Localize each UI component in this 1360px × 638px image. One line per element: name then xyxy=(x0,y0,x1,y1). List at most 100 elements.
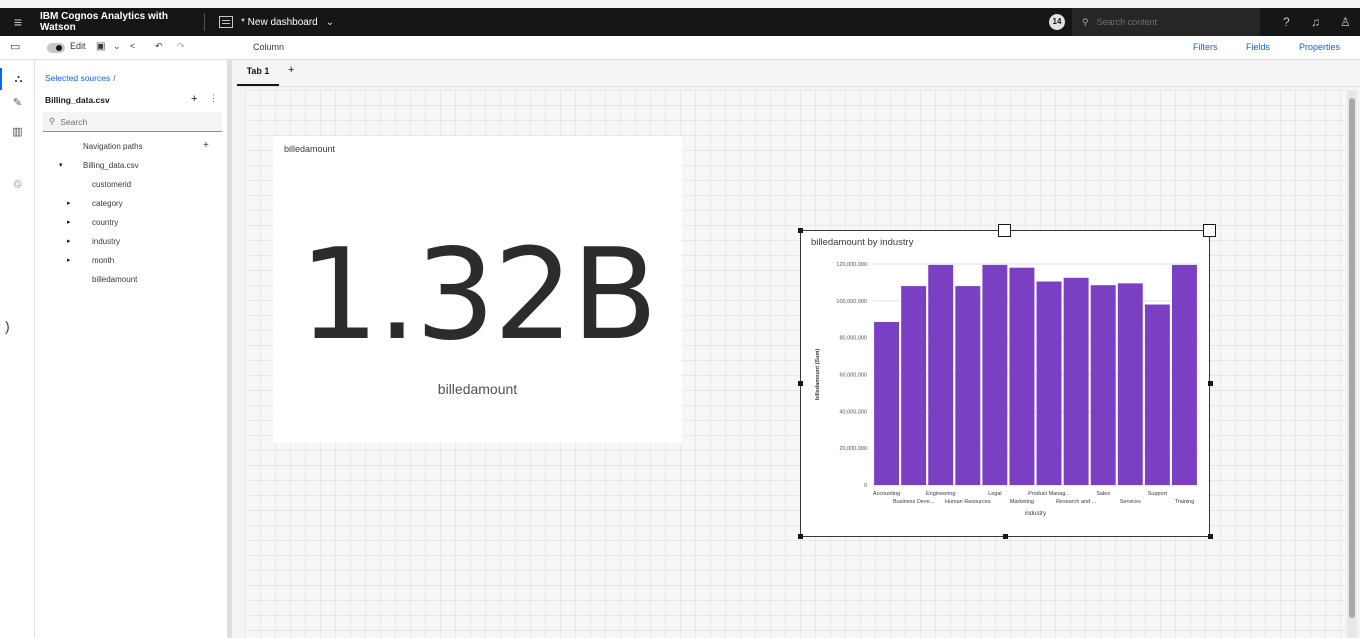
resize-handle-bottom[interactable] xyxy=(1003,534,1008,539)
vertical-scrollbar[interactable] xyxy=(1347,90,1357,638)
comment-icon[interactable]: ▭ xyxy=(10,40,20,53)
notification-badge[interactable]: 14 xyxy=(1049,14,1065,30)
x-tick-label: Accounting xyxy=(873,491,900,497)
pin-icon[interactable]: ✎ xyxy=(0,96,35,109)
hamburger-menu-icon[interactable]: ≡ xyxy=(0,14,36,30)
resize-handle-right[interactable] xyxy=(1208,381,1213,386)
edit-toggle[interactable] xyxy=(47,43,65,53)
chart-svg: 0 20,000,000 40,000,000 60,000,000 80,000,00… xyxy=(815,262,1198,517)
properties-link[interactable]: Properties xyxy=(1299,42,1340,52)
scrollbar-thumb[interactable] xyxy=(1349,98,1355,618)
add-tab-button[interactable]: + xyxy=(288,64,294,76)
resize-handle-left[interactable] xyxy=(798,381,803,386)
tree-item[interactable]: ▸ country xyxy=(35,218,227,232)
data-sources-icon[interactable]: ⛬ xyxy=(0,68,35,90)
tree-item-label: customerid xyxy=(92,180,132,189)
dashboard-title[interactable]: * New dashboard xyxy=(241,17,318,28)
resize-handle-bottom-right[interactable] xyxy=(1208,534,1213,539)
bar xyxy=(1009,267,1035,485)
add-navigation-path-icon[interactable]: + xyxy=(203,140,209,151)
edit-label[interactable]: Edit xyxy=(70,41,86,51)
x-tick-label: Sales xyxy=(1096,491,1110,497)
undo-icon[interactable]: ↶ xyxy=(155,41,163,52)
y-tick-label: 0 xyxy=(864,483,867,489)
assistant-icon[interactable]: ♲ xyxy=(0,178,35,191)
widget-type-label: Column xyxy=(253,42,285,52)
add-source-icon[interactable]: + xyxy=(191,93,197,105)
tree-item-label: billedamount xyxy=(92,275,138,284)
caret-right-icon[interactable]: ▸ xyxy=(67,199,71,207)
tree-item[interactable]: ▸ category xyxy=(35,199,227,213)
resize-handle-top[interactable] xyxy=(998,224,1011,237)
dashboard-canvas: Tab 1 + billedamount 1.32B billedamount … xyxy=(237,60,1360,638)
source-name: Billing_data.csv xyxy=(45,95,110,105)
tree-item[interactable]: billedamount xyxy=(35,275,227,289)
search-placeholder: Search content xyxy=(1096,17,1158,27)
tab-bar: Tab 1 + xyxy=(237,60,1360,87)
breadcrumb-selected-sources[interactable]: Selected sources xyxy=(45,73,110,83)
bar xyxy=(955,286,981,485)
tab-1[interactable]: Tab 1 xyxy=(237,60,279,86)
visualizations-icon[interactable]: ▥ xyxy=(0,125,35,138)
x-axis-label: industry xyxy=(1025,511,1046,517)
breadcrumb: Selected sources / xyxy=(45,73,116,83)
resize-handle-top-left[interactable] xyxy=(798,228,803,233)
panel-search-input[interactable]: ⚲ Search xyxy=(43,112,222,132)
collapse-panel-icon[interactable]: ) xyxy=(5,318,10,334)
fields-link[interactable]: Fields xyxy=(1246,42,1270,52)
left-rail: ⛬ ✎ ▥ ♲ xyxy=(0,60,35,638)
search-icon: ⚲ xyxy=(1082,16,1089,27)
caret-right-icon[interactable]: ▸ xyxy=(67,256,71,264)
x-tick-label: Human Resources xyxy=(945,499,991,505)
x-tick-label: Training xyxy=(1175,499,1195,505)
bar xyxy=(1117,283,1143,485)
y-tick-label: 80,000,000 xyxy=(839,336,867,342)
kpi-title: billedamount xyxy=(284,144,336,154)
bar xyxy=(1090,285,1116,485)
tree-item[interactable]: customerid xyxy=(35,180,227,194)
x-tick-label: Research and ... xyxy=(1056,499,1097,505)
redo-icon[interactable]: ↷ xyxy=(177,41,185,52)
notification-bell-icon[interactable]: ♫ xyxy=(1311,15,1320,29)
y-axis-label: billedamount (Sum) xyxy=(815,349,821,401)
search-content-field[interactable]: ⚲ Search content xyxy=(1072,8,1260,36)
tree-item-label: country xyxy=(92,218,119,227)
column-chart-widget[interactable]: billedamount by industry 0 20,000,000 40,0… xyxy=(800,230,1210,537)
divider xyxy=(204,13,205,31)
tree-item-label: Billing_data.csv xyxy=(83,161,139,170)
x-tick-label: Legal xyxy=(988,491,1001,497)
chevron-down-icon[interactable]: ⌄ xyxy=(326,17,334,28)
tree-item[interactable]: ▾ Billing_data.csv xyxy=(35,161,227,175)
bar xyxy=(982,264,1008,485)
tree-item[interactable]: ▸ month xyxy=(35,256,227,270)
search-icon: ⚲ xyxy=(49,116,56,126)
y-tick-label: 60,000,000 xyxy=(839,373,867,379)
y-tick-label: 40,000,000 xyxy=(839,409,867,415)
chevron-down-icon[interactable]: ⌄ xyxy=(113,41,121,52)
resize-handle-top-right[interactable] xyxy=(1203,224,1216,237)
x-tick-label: Services xyxy=(1120,499,1141,505)
bar xyxy=(1172,264,1197,485)
tree-item[interactable]: Navigation paths + xyxy=(35,140,227,156)
tree-item[interactable]: ▸ industry xyxy=(35,237,227,251)
caret-right-icon[interactable]: ▸ xyxy=(67,218,71,226)
resize-handle-bottom-left[interactable] xyxy=(798,534,803,539)
kpi-widget[interactable]: billedamount 1.32B billedamount xyxy=(273,136,682,443)
bar xyxy=(928,264,954,485)
x-tick-label: Engineering xyxy=(926,491,955,497)
caret-down-icon[interactable]: ▾ xyxy=(59,161,63,169)
caret-right-icon[interactable]: ▸ xyxy=(67,237,71,245)
help-icon[interactable]: ? xyxy=(1283,15,1290,29)
x-tick-label: Business Deve... xyxy=(893,499,935,505)
share-icon[interactable]: < xyxy=(130,41,135,51)
user-profile-icon[interactable]: ♙ xyxy=(1340,15,1351,29)
bar xyxy=(1063,277,1089,485)
save-icon[interactable]: ▣ xyxy=(96,41,105,52)
kpi-value: 1.32B xyxy=(299,221,658,368)
y-tick-label: 120,000,000 xyxy=(836,262,867,268)
kpi-label: billedamount xyxy=(437,381,518,397)
bar xyxy=(1144,304,1170,485)
overflow-menu-icon[interactable]: ⋮ xyxy=(209,93,218,104)
filters-link[interactable]: Filters xyxy=(1193,42,1218,52)
x-tick-label: Product Manag... xyxy=(1028,491,1070,497)
